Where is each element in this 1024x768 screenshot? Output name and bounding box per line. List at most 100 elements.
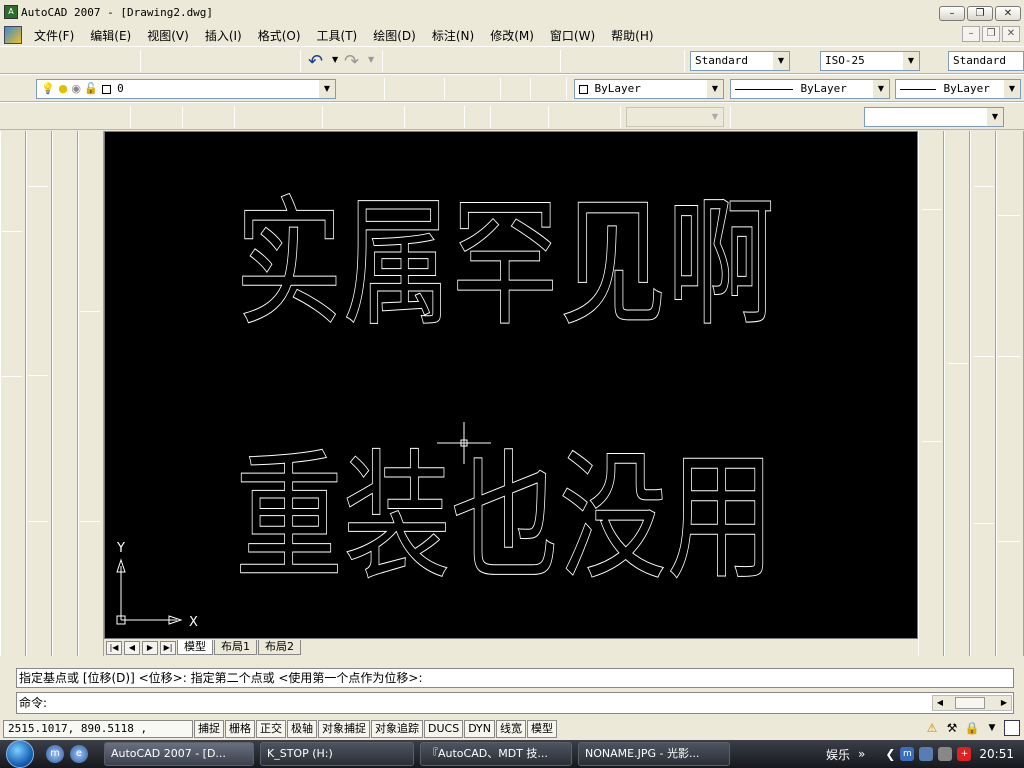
menu-dimension[interactable]: 标注(N) [424,27,482,44]
autocad-icon: A [4,5,18,19]
snap-toggle[interactable]: 捕捉 [194,720,224,738]
scroll-right-icon[interactable]: ▶ [997,696,1011,710]
layer-select[interactable]: 💡 ● ◉ 🔓 0 ▼ [36,79,336,99]
window-title: AutoCAD 2007 - [Drawing2.dwg] [21,5,214,19]
color-select[interactable]: ByLayer ▼ [574,79,724,99]
layout-tabs-bar: |◀ ◀ ▶ ▶| 模型 布局1 布局2 [104,639,918,656]
prev-tab-icon[interactable]: ◀ [124,640,140,655]
task-image-viewer[interactable]: NONAME.JPG - 光影... [578,742,730,766]
coordinate-readout[interactable]: 2515.1017, 890.5118 , 0.0000 [3,720,193,751]
tray-back-icon[interactable]: ❮ [885,747,895,761]
otrack-toggle[interactable]: 对象追踪 [371,720,423,738]
dyn-toggle[interactable]: DYN [464,720,496,738]
tab-layout2[interactable]: 布局2 [258,640,301,655]
linetype-select[interactable]: ByLayer ▼ [730,79,890,99]
dock-toolbar-row: ▼ ▼ [0,102,1024,130]
redo-dropdown-icon[interactable]: ▼ [368,55,374,64]
standard-toolbar: ↶ ▼ ↷ ▼ Standard ▼ ISO-25 ▼ Standard [0,46,1024,74]
menu-window[interactable]: 窗口(W) [542,27,603,44]
menu-format[interactable]: 格式(O) [250,27,309,44]
maximize-button[interactable]: ❐ [967,6,993,21]
menu-view[interactable]: 视图(V) [139,27,197,44]
text-style-select[interactable]: Standard ▼ [690,51,790,71]
chevron-down-icon[interactable]: ▼ [984,720,1000,736]
system-tray: 娱乐 » ❮ m + 20:51 [826,740,1024,768]
linetype-value: ByLayer [800,82,847,95]
polar-toggle[interactable]: 极轴 [287,720,317,738]
lineweight-value: ByLayer [943,82,990,95]
quicklaunch-m-icon[interactable]: m [46,745,64,763]
scroll-thumb[interactable] [955,697,985,709]
task-autocad[interactable]: AutoCAD 2007 - [D... [104,742,254,766]
warning-icon[interactable]: ⚠ [924,720,940,736]
chevron-down-icon: ▼ [707,108,723,126]
redo-icon[interactable]: ↷ [344,51,359,72]
table-style-value: Standard [953,54,1006,67]
quicklaunch-ie-icon[interactable]: e [70,745,88,763]
command-scrollbar[interactable]: ◀ ▶ [932,695,1012,711]
menu-help[interactable]: 帮助(H) [603,27,661,44]
table-style-select[interactable]: Standard [948,51,1024,71]
scroll-left-icon[interactable]: ◀ [933,696,947,710]
windows-logo-icon [6,740,34,768]
first-tab-icon[interactable]: |◀ [106,640,122,655]
tab-layout1[interactable]: 布局1 [214,640,257,655]
volume-icon[interactable] [938,747,953,761]
command-input[interactable]: 命令: [16,692,1014,714]
task-autocad-label: AutoCAD 2007 - [D... [111,747,226,760]
lineweight-select[interactable]: ByLayer ▼ [895,79,1021,99]
osnap-toggle[interactable]: 对象捕捉 [318,720,370,738]
menu-file[interactable]: 文件(F) [26,27,82,44]
next-tab-icon[interactable]: ▶ [142,640,158,655]
color-value: ByLayer [594,82,641,95]
menu-edit[interactable]: 编辑(E) [82,27,139,44]
tray-label[interactable]: 娱乐 [826,746,850,763]
grid-toggle[interactable]: 栅格 [225,720,255,738]
chevron-down-icon: ▼ [319,80,335,98]
lock-icon[interactable]: 🔒 [964,720,980,736]
ducs-toggle[interactable]: DUCS [424,720,464,738]
menu-modify[interactable]: 修改(M) [482,27,542,44]
taskbar: m e AutoCAD 2007 - [D... K_STOP (H:) 『Au… [0,740,1024,768]
undo-dropdown-icon[interactable]: ▼ [332,55,338,64]
left-dock [0,131,104,656]
task-browser[interactable]: 『AutoCAD、MDT 技... [420,742,572,766]
drawing-text-line2: 重装也没用 [235,437,775,600]
menu-tools[interactable]: 工具(T) [309,27,366,44]
undo-icon[interactable]: ↶ [308,51,323,72]
chevron-down-icon: ▼ [773,52,789,70]
doc-minimize-button[interactable]: – [962,26,980,42]
empty-select[interactable]: ▼ [864,107,1004,127]
disabled-select: ▼ [626,107,724,127]
start-button[interactable] [0,740,40,768]
minimize-button[interactable]: – [939,6,965,21]
network-icon[interactable] [919,747,934,761]
ortho-toggle[interactable]: 正交 [256,720,286,738]
close-button[interactable]: ✕ [995,6,1021,21]
security-icon[interactable]: + [957,747,972,761]
lock-icon: 🔓 [84,82,99,95]
command-window: 指定基点或 [位移(D)] <位移>: 指定第二个点或 <使用第一个点作为位移>… [0,658,1024,718]
wrench-icon[interactable]: ⚒ [944,720,960,736]
clean-screen-icon[interactable] [1004,720,1020,736]
menu-insert[interactable]: 插入(I) [197,27,250,44]
expand-icon[interactable]: » [858,747,865,761]
layer-color-swatch [101,84,111,94]
chevron-down-icon: ▼ [873,80,889,98]
task-kstop[interactable]: K_STOP (H:) [260,742,414,766]
document-icon[interactable] [4,26,22,44]
tray-m-icon[interactable]: m [900,747,915,761]
last-tab-icon[interactable]: ▶| [160,640,176,655]
menu-draw[interactable]: 绘图(D) [365,27,424,44]
task-image-viewer-label: NONAME.JPG - 光影... [585,747,700,760]
model-toggle[interactable]: 模型 [527,720,558,738]
lineweight-toggle[interactable]: 线宽 [496,720,527,738]
drawing-text-line1: 实属罕见啊 [235,183,775,346]
drawing-canvas[interactable]: 实属罕见啊 重装也没用 X Y [104,131,918,639]
doc-restore-button[interactable]: ❐ [982,26,1000,42]
tab-model[interactable]: 模型 [177,640,213,655]
dim-style-select[interactable]: ISO-25 ▼ [820,51,920,71]
status-bar: 2515.1017, 890.5118 , 0.0000 捕捉 栅格 正交 极轴… [0,718,1024,751]
clock[interactable]: 20:51 [979,747,1014,761]
doc-close-button[interactable]: ✕ [1002,26,1020,42]
